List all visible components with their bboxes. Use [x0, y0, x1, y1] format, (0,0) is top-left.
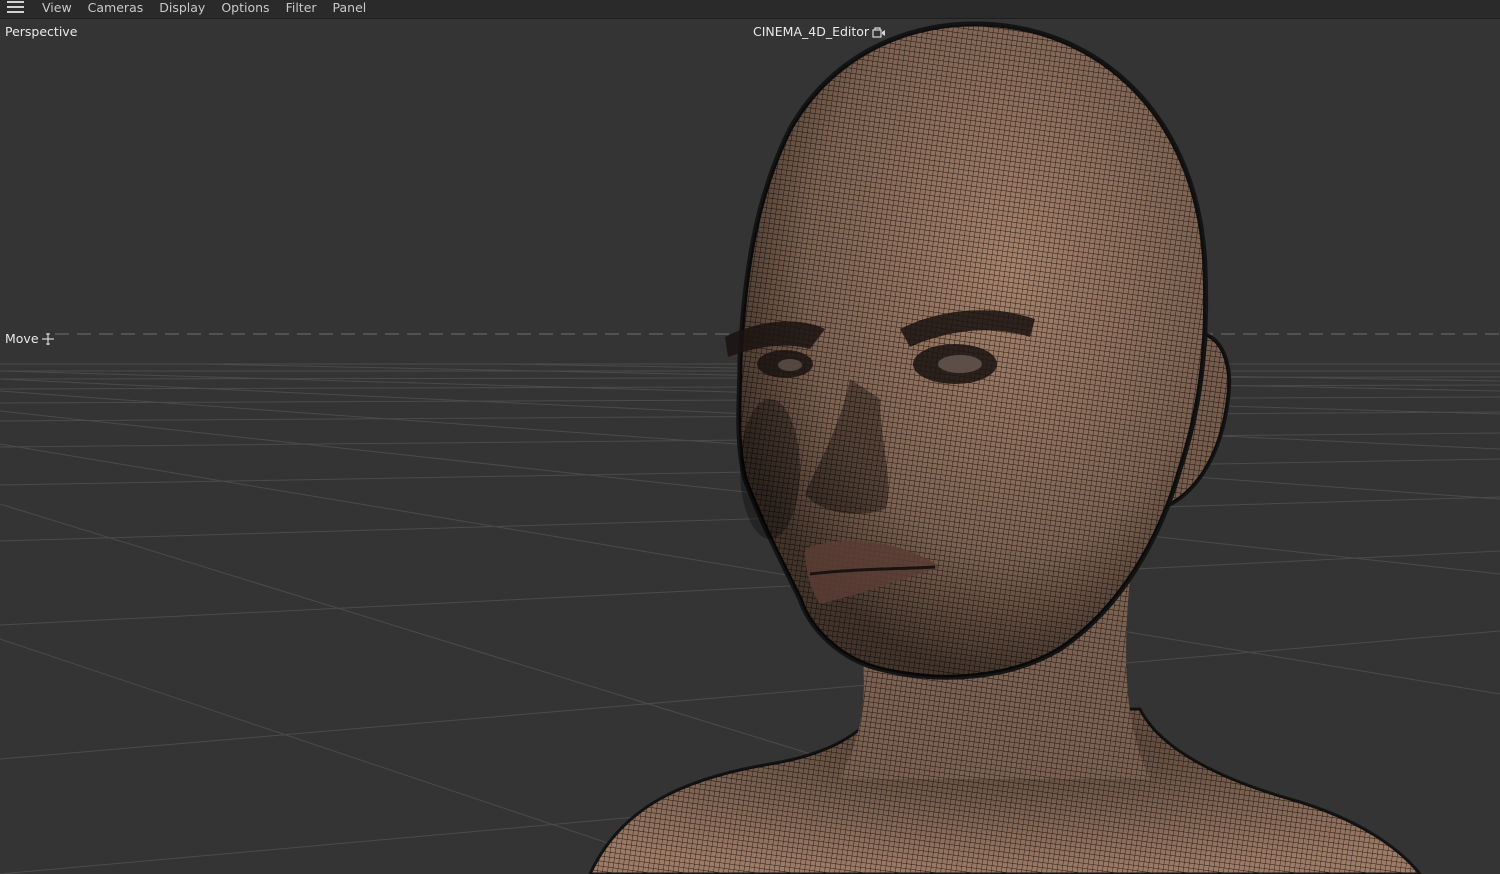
menu-cameras[interactable]: Cameras [80, 0, 152, 15]
menu-panel[interactable]: Panel [325, 0, 375, 15]
move-crosshair-icon [41, 332, 54, 345]
head-mesh [725, 21, 1209, 680]
menu-options[interactable]: Options [213, 0, 277, 15]
viewport-menubar: View Cameras Display Options Filter Pane… [0, 0, 1500, 19]
camera-name: CINEMA_4D_Editor [753, 24, 870, 39]
perspective-viewport[interactable]: Perspective CINEMA_4D_Editor Move [0, 19, 1500, 874]
menu-filter[interactable]: Filter [278, 0, 325, 15]
tool-name: Move [5, 331, 39, 346]
menu-view[interactable]: View [34, 0, 80, 15]
menu-display[interactable]: Display [151, 0, 213, 15]
viewport-scene [0, 21, 1500, 874]
view-name-label: Perspective [5, 24, 78, 39]
active-tool-label: Move [5, 331, 55, 346]
hamburger-menu-icon[interactable] [7, 1, 24, 13]
menu-items: View Cameras Display Options Filter Pane… [34, 0, 374, 15]
camera-lock-icon[interactable] [872, 26, 886, 38]
camera-label[interactable]: CINEMA_4D_Editor [753, 24, 886, 39]
